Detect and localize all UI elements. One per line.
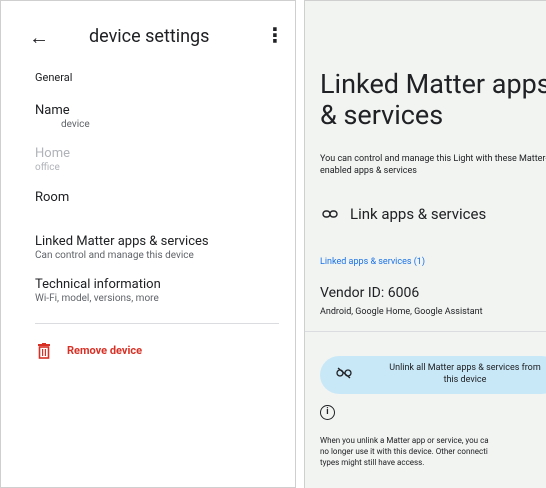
setting-home-value: office bbox=[35, 162, 60, 173]
title-line-2: & services bbox=[320, 99, 444, 131]
setting-linked-matter[interactable]: Linked Matter apps & services Can contro… bbox=[35, 234, 209, 261]
setting-technical-info-sub: Wi-Fi, model, versions, more bbox=[35, 293, 159, 304]
linked-apps-count-label: Linked apps & services (1) bbox=[320, 257, 425, 267]
remove-device-button[interactable]: Remove device bbox=[67, 344, 142, 357]
description-text: You can control and manage this Light wi… bbox=[320, 154, 546, 176]
link-icon bbox=[322, 210, 338, 218]
setting-technical-info[interactable]: Technical information Wi-Fi, model, vers… bbox=[35, 277, 161, 304]
page-title-linked-matter: Linked Matter apps & services bbox=[320, 69, 546, 131]
setting-name[interactable]: Name device bbox=[35, 103, 90, 130]
vendor-title[interactable]: Vendor ID: 6006 bbox=[320, 285, 419, 301]
setting-linked-matter-sub: Can control and manage this device bbox=[35, 250, 194, 261]
more-options-icon[interactable]: ⋮ bbox=[265, 23, 285, 47]
link-apps-button[interactable]: Link apps & services bbox=[350, 205, 486, 223]
divider bbox=[305, 331, 546, 332]
setting-name-title: Name bbox=[35, 103, 70, 118]
setting-name-value: device bbox=[61, 119, 90, 130]
unlink-icon bbox=[336, 367, 352, 379]
setting-technical-info-title: Technical information bbox=[35, 277, 161, 292]
info-icon: i bbox=[320, 405, 335, 420]
setting-room-title: Room bbox=[35, 190, 70, 205]
setting-room[interactable]: Room bbox=[35, 190, 69, 205]
page-title: device settings bbox=[89, 26, 210, 47]
section-general-label: General bbox=[35, 71, 73, 84]
device-settings-panel: ← device settings ⋮ General Name device … bbox=[0, 0, 296, 488]
title-line-1: Linked Matter apps bbox=[320, 68, 546, 100]
unlink-footnote: When you unlink a Matter app or service,… bbox=[320, 436, 489, 467]
unlink-all-label: Unlink all Matter apps & services from t… bbox=[389, 363, 541, 385]
setting-linked-matter-title: Linked Matter apps & services bbox=[35, 234, 209, 249]
linked-matter-panel: Linked Matter apps & services You can co… bbox=[304, 0, 546, 488]
back-arrow-icon[interactable]: ← bbox=[29, 25, 49, 50]
vendor-subtitle: Android, Google Home, Google Assistant bbox=[320, 307, 483, 317]
divider bbox=[35, 323, 279, 324]
setting-home-title: Home bbox=[35, 146, 70, 161]
setting-home: Home office bbox=[35, 146, 70, 173]
trash-icon[interactable] bbox=[37, 343, 51, 359]
